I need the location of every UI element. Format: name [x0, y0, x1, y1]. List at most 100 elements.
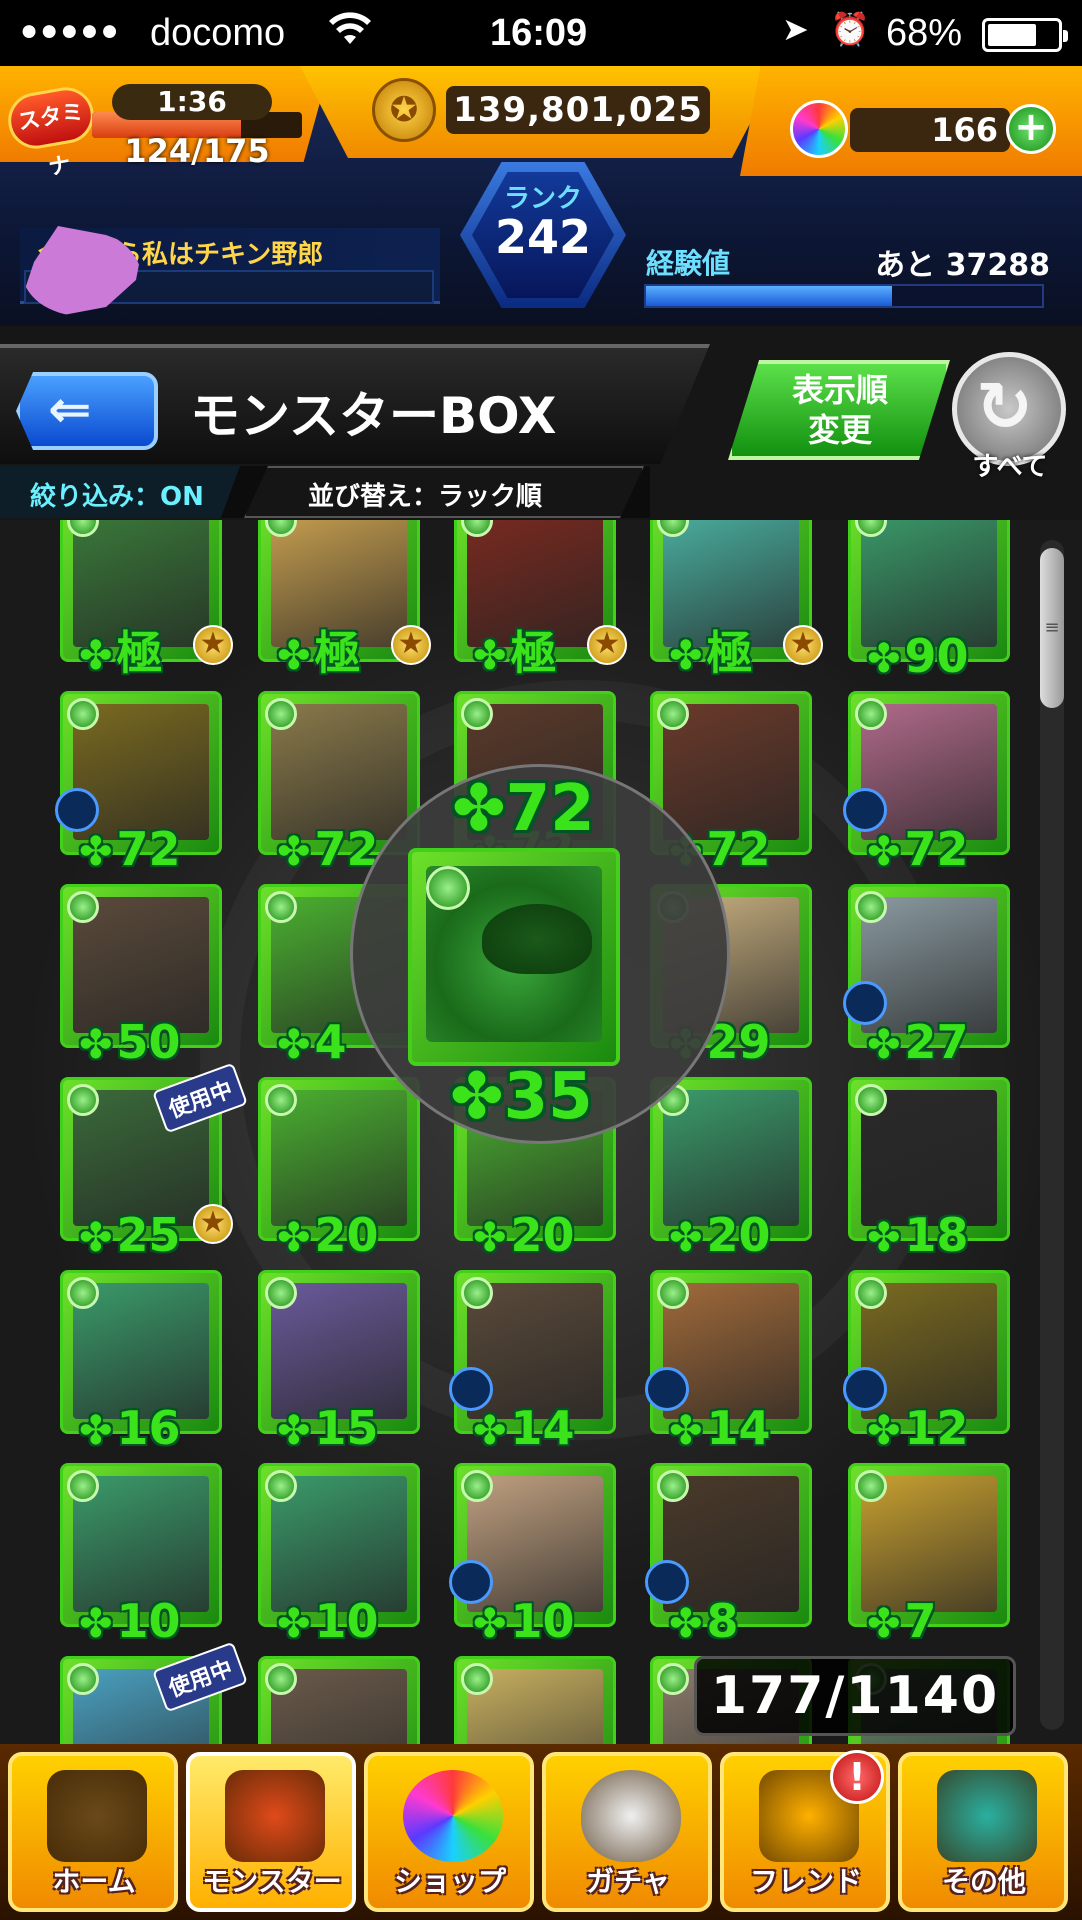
luck-value: 14 [510, 1401, 575, 1455]
zoom-bottom-value: 35 [503, 1060, 593, 1134]
back-arrow-icon: ⇐ [48, 380, 92, 440]
wood-element-icon [461, 1470, 493, 1502]
luck-value: 72 [904, 822, 969, 876]
add-orb-button[interactable]: + [1006, 104, 1056, 154]
nav-monster-button[interactable]: モンスター [186, 1752, 356, 1912]
battery-percent: 68% [886, 12, 963, 54]
scrollbar-track[interactable] [1040, 540, 1064, 1730]
wifi-icon [328, 10, 372, 60]
monster-card[interactable]: ✤極 ★ [454, 520, 627, 680]
luck-value: 7 [904, 1594, 937, 1648]
luck-level: ✤15 [277, 1401, 379, 1455]
carrier-label: docomo [150, 12, 286, 54]
monster-card[interactable]: ✤15 [258, 1270, 420, 1455]
luck-level: ✤14 [473, 1401, 575, 1455]
monster-card[interactable]: 使用中 [60, 1641, 248, 1752]
orb-count: 166 [850, 108, 1010, 152]
exp-remaining: あと 37288 [875, 248, 1050, 283]
wood-element-icon [67, 1663, 99, 1695]
star-icon: ★ [783, 625, 823, 665]
monster-art [861, 520, 997, 647]
clover-icon: ✤ [473, 1408, 507, 1454]
orb-icon [790, 100, 848, 158]
nav-egg-button[interactable]: ガチャ [542, 1752, 712, 1912]
monster-card[interactable]: ✤90 [848, 520, 1010, 683]
luck-level: ✤20 [473, 1208, 575, 1262]
monster-card[interactable]: ✤27 [843, 884, 1010, 1069]
luck-level: ✤50 [79, 1015, 181, 1069]
clover-icon: ✤ [867, 1408, 901, 1454]
luck-value: 極 [314, 626, 361, 680]
monster-card[interactable]: ✤極 ★ [258, 520, 431, 680]
monster-card[interactable]: ✤16 [60, 1270, 222, 1455]
clover-icon: ✤ [669, 1215, 703, 1261]
nav-orb-button[interactable]: ショップ [364, 1752, 534, 1912]
nav-label: モンスター [202, 1865, 342, 1898]
monster-card[interactable]: ✤12 [843, 1270, 1010, 1455]
monster-box-screen: ●●●●● docomo 16:09 ➤ ⏰ 68% スタミナ 1:36 124… [0, 0, 1082, 1920]
clover-icon: ✤ [669, 633, 703, 679]
orb-icon [403, 1770, 503, 1862]
signal-icon: ●●●●● [20, 14, 121, 47]
wood-element-icon [67, 698, 99, 730]
clover-icon: ✤ [867, 1215, 901, 1261]
luck-value: 4 [314, 1015, 347, 1069]
luck-value: 72 [706, 822, 771, 876]
monster-card[interactable]: ✤72 [843, 691, 1010, 876]
clover-icon: ✤ [867, 636, 901, 682]
page-title: モンスターBOX [190, 387, 557, 445]
wood-element-icon [657, 1470, 689, 1502]
wood-element-icon [265, 1470, 297, 1502]
clover-icon: ✤ [473, 633, 507, 679]
nav-other-button[interactable]: その他 [898, 1752, 1068, 1912]
monster-card[interactable]: ✤8 [645, 1463, 812, 1648]
scrollbar-thumb[interactable]: ≡ [1040, 548, 1064, 708]
monster-card[interactable]: ✤10 [449, 1463, 616, 1648]
clover-icon: ✤ [277, 1215, 311, 1261]
clover-icon: ✤ [277, 1601, 311, 1647]
luck-level: ✤72 [79, 822, 181, 876]
monster-card[interactable]: ✤50 [60, 884, 222, 1069]
monster-card[interactable]: ✤14 [645, 1270, 812, 1455]
wood-element-icon [426, 866, 470, 910]
luck-value: 25 [116, 1208, 181, 1262]
nav-label: ショップ [393, 1865, 506, 1898]
monster-card[interactable]: ✤72 [55, 691, 222, 876]
clover-icon: ✤ [79, 1022, 113, 1068]
monster-card[interactable]: ✤極 ★ [650, 520, 823, 680]
wood-element-icon [67, 1277, 99, 1309]
luck-level: ✤7 [867, 1594, 937, 1648]
clover-icon: ✤ [277, 1408, 311, 1454]
monster-card[interactable]: ✤10 [60, 1463, 222, 1648]
luck-value: 90 [904, 629, 969, 683]
wood-element-icon [265, 698, 297, 730]
nav-home-button[interactable]: ホーム [8, 1752, 178, 1912]
monster-card[interactable] [258, 1656, 420, 1752]
exp-fill [646, 286, 892, 306]
monster-card[interactable]: ✤極 ★ [60, 520, 233, 680]
monster-card[interactable] [454, 1656, 616, 1752]
rank-value: 242 [494, 210, 592, 264]
luck-level: ✤8 [669, 1594, 739, 1648]
luck-value: 72 [116, 822, 181, 876]
clover-icon: ✤ [450, 1060, 504, 1134]
clover-icon: ✤ [79, 1408, 113, 1454]
monster-card[interactable]: ✤18 [848, 1077, 1010, 1262]
monster-card[interactable]: ✤25 ★ 使用中 [60, 1062, 248, 1262]
monster-card[interactable]: ✤20 [258, 1077, 420, 1262]
monster-card[interactable]: ✤20 [650, 1077, 812, 1262]
monster-card[interactable]: ✤14 [449, 1270, 616, 1455]
monster-card[interactable]: ✤10 [258, 1463, 420, 1648]
exp-bar [644, 284, 1044, 308]
clock: 16:09 [490, 12, 588, 54]
luck-level: ✤72 [277, 822, 379, 876]
wood-element-icon [265, 891, 297, 923]
zoom-level-top: ✤72 [452, 772, 595, 846]
luck-level: ✤20 [277, 1208, 379, 1262]
luck-level: ✤12 [867, 1401, 969, 1455]
clover-icon: ✤ [669, 1408, 703, 1454]
zoomed-monster-card[interactable] [408, 848, 620, 1066]
monster-hair [482, 904, 592, 974]
monster-card[interactable]: ✤7 [848, 1463, 1010, 1648]
wood-element-icon [461, 1277, 493, 1309]
